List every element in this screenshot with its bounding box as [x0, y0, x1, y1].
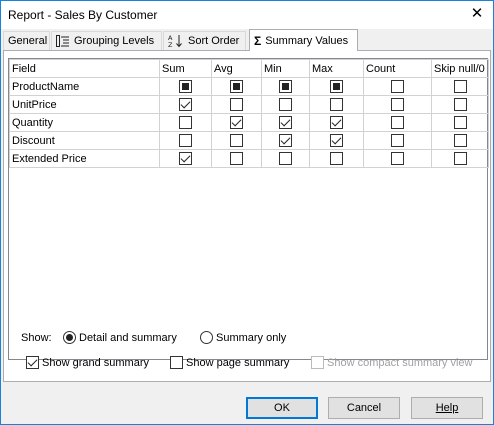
table-row: Discount: [9, 131, 489, 150]
title-bar[interactable]: Report - Sales By Customer ✕: [1, 1, 493, 29]
table-row: Quantity: [9, 113, 489, 132]
field-name: Quantity: [9, 113, 160, 132]
table-row: Extended Price: [9, 149, 489, 168]
summary-checkbox[interactable]: [279, 134, 292, 147]
summary-checkbox[interactable]: [453, 80, 467, 93]
summary-checkbox[interactable]: [453, 116, 467, 129]
summary-checkbox[interactable]: [179, 134, 192, 147]
detail-and-summary-label: Detail and summary: [79, 331, 177, 344]
summary-checkbox[interactable]: [453, 134, 467, 147]
column-header: Skip null/0: [431, 59, 489, 78]
summary-checkbox[interactable]: [230, 116, 243, 129]
tab-grouping-levels-label: Grouping Levels: [74, 35, 155, 47]
summary-checkbox[interactable]: [179, 80, 192, 93]
svg-text:Z: Z: [168, 41, 173, 48]
radio-indicator[interactable]: [63, 331, 76, 344]
summary-checkbox[interactable]: [179, 116, 192, 129]
summary-checkbox[interactable]: [453, 98, 467, 111]
summary-only-radio[interactable]: Summary only: [200, 331, 286, 344]
summary-checkbox[interactable]: [279, 80, 292, 93]
summary-checkbox[interactable]: [279, 98, 292, 111]
summary-checkbox[interactable]: [391, 80, 404, 93]
show-page-summary-checkbox[interactable]: Show page summary: [170, 356, 289, 369]
summary-checkbox[interactable]: [391, 116, 404, 129]
show-page-summary-label: Show page summary: [186, 356, 290, 369]
summary-checkbox[interactable]: [179, 98, 192, 111]
tab-summary-values-label: Summary Values: [265, 34, 349, 47]
summary-checkbox[interactable]: [330, 116, 343, 129]
column-header: Count: [363, 59, 432, 78]
summary-checkbox[interactable]: [179, 152, 192, 165]
tab-general-label: General: [8, 35, 48, 47]
sort-az-icon: A Z: [168, 34, 184, 48]
field-name: Discount: [9, 131, 160, 150]
sigma-icon: Σ: [254, 33, 262, 48]
cancel-button[interactable]: Cancel: [328, 397, 400, 419]
summary-checkbox[interactable]: [330, 152, 343, 165]
field-name: ProductName: [9, 77, 160, 96]
summary-checkbox[interactable]: [230, 98, 243, 111]
summary-checkbox[interactable]: [330, 80, 343, 93]
summary-checkbox[interactable]: [230, 152, 243, 165]
table-row: UnitPrice: [9, 95, 489, 114]
summary-only-label: Summary only: [216, 331, 287, 344]
dialog-footer: OK Cancel Help: [1, 385, 493, 424]
summary-checkbox[interactable]: [391, 152, 404, 165]
summary-checkbox[interactable]: [453, 152, 467, 165]
help-button[interactable]: Help: [411, 397, 483, 419]
summary-checkbox[interactable]: [330, 134, 343, 147]
help-button-label: Help: [435, 402, 459, 414]
summary-checkbox[interactable]: [279, 116, 292, 129]
field-name: Extended Price: [9, 149, 160, 168]
window-title: Report - Sales By Customer: [8, 8, 158, 22]
field-name: UnitPrice: [9, 95, 160, 114]
summary-checkbox[interactable]: [391, 98, 404, 111]
column-header: Min: [261, 59, 310, 78]
show-compact-summary-view-label: Show compact summary view: [327, 356, 473, 369]
summary-checkbox[interactable]: [391, 134, 404, 147]
column-header: Max: [309, 59, 364, 78]
show-grand-summary-checkbox[interactable]: Show grand summary: [26, 356, 149, 369]
close-button[interactable]: ✕: [467, 4, 487, 24]
grouping-levels-icon: [56, 35, 70, 47]
column-header: Avg: [211, 59, 262, 78]
tab-sort-order[interactable]: A Z Sort Order: [163, 31, 246, 50]
radio-indicator[interactable]: [200, 331, 213, 344]
tab-sort-order-label: Sort Order: [188, 35, 240, 47]
ok-button[interactable]: OK: [246, 397, 318, 419]
detail-and-summary-radio[interactable]: Detail and summary: [63, 331, 177, 344]
tab-grouping-levels[interactable]: Grouping Levels: [51, 31, 162, 50]
summary-table: Field Sum Avg Min Max Count Skip null/0 …: [9, 59, 489, 168]
report-dialog: Report - Sales By Customer ✕ General Gro…: [0, 0, 494, 425]
show-grand-summary-label: Show grand summary: [42, 356, 149, 369]
show-compact-summary-view-checkbox: Show compact summary view: [311, 356, 473, 369]
table-row: ProductName: [9, 77, 489, 96]
tab-summary-values[interactable]: Σ Summary Values: [249, 29, 358, 51]
show-label: Show:: [21, 332, 52, 344]
summary-checkbox[interactable]: [330, 98, 343, 111]
column-header: Sum: [159, 59, 212, 78]
tab-general[interactable]: General: [3, 31, 50, 50]
summary-grid[interactable]: Field Sum Avg Min Max Count Skip null/0 …: [8, 58, 489, 360]
checkbox-indicator: [311, 356, 324, 369]
checkbox-indicator[interactable]: [170, 356, 183, 369]
summary-checkbox[interactable]: [279, 152, 292, 165]
checkbox-indicator[interactable]: [26, 356, 39, 369]
column-header: Field: [9, 59, 160, 78]
table-header-row: Field Sum Avg Min Max Count Skip null/0: [9, 59, 489, 78]
summary-checkbox[interactable]: [230, 134, 243, 147]
summary-checkbox[interactable]: [230, 80, 243, 93]
